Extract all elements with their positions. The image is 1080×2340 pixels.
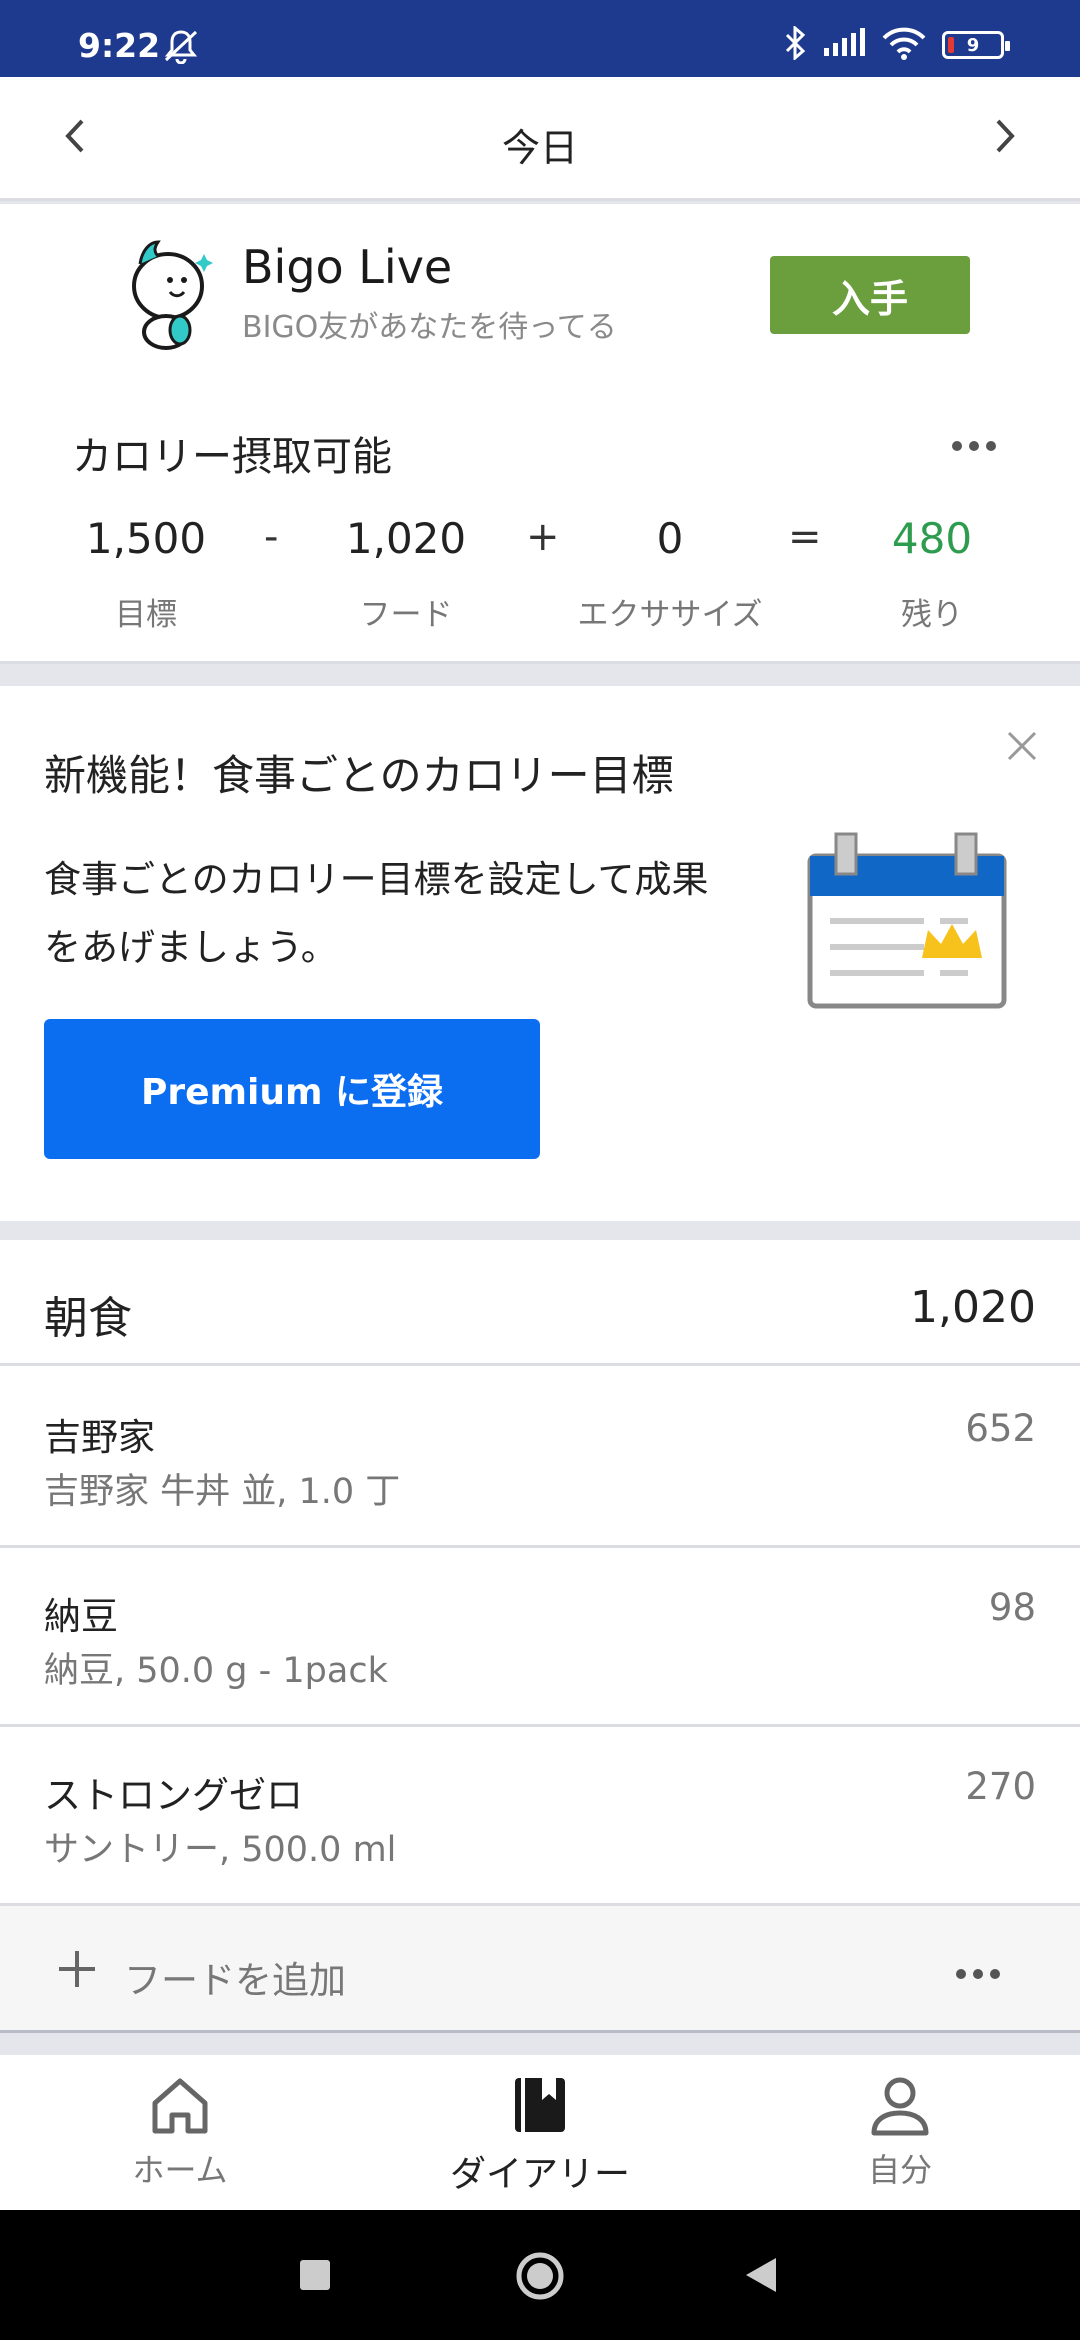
food-name: ストロングゼロ xyxy=(44,1774,303,1817)
bluetooth-icon xyxy=(784,24,806,64)
battery-icon: 9 xyxy=(942,31,1010,59)
exercise-cell: 0 エクササイズ xyxy=(560,514,780,634)
food-detail: サントリー, 500.0 ml xyxy=(44,1830,397,1870)
calories-heading: カロリー摂取可能 xyxy=(72,434,392,480)
exercise-label: エクササイズ xyxy=(577,597,763,633)
food-cell: 1,020 フード xyxy=(316,514,496,634)
food-calories: 98 xyxy=(988,1586,1036,1629)
meal-more-options-icon[interactable] xyxy=(954,1966,1002,1985)
home-button-icon[interactable] xyxy=(515,2251,565,2305)
ad-tagline: BIGO友があなたを待ってる xyxy=(242,310,617,345)
plus-operator: + xyxy=(526,514,560,560)
plus-icon xyxy=(56,1948,98,1994)
food-detail: 吉野家 牛丼 並, 1.0 丁 xyxy=(44,1472,401,1512)
add-food-row[interactable]: フードを追加 xyxy=(0,1906,1080,2033)
goal-cell: 1,500 目標 xyxy=(56,514,236,634)
equals-operator: = xyxy=(788,514,822,560)
premium-promo-card: 新機能！食事ごとのカロリー目標 食事ごとのカロリー目標を設定して成果をあげましょ… xyxy=(0,686,1080,1221)
premium-subscribe-button[interactable]: Premium に登録 xyxy=(44,1019,540,1159)
signal-icon xyxy=(822,28,866,62)
tab-me[interactable]: 自分 xyxy=(750,2075,1050,2191)
next-day-button[interactable] xyxy=(990,115,1020,161)
remaining-cell: 480 残り xyxy=(842,514,1022,634)
close-icon[interactable] xyxy=(1004,728,1040,768)
minus-operator: - xyxy=(264,514,279,560)
goal-value: 1,500 xyxy=(85,514,207,563)
calorie-equation: 1,500 目標 - 1,020 フード + 0 エクササイズ = 480 残り xyxy=(0,514,1080,634)
ad-app-name: Bigo Live xyxy=(242,240,453,294)
person-icon xyxy=(869,2077,931,2141)
bigo-live-logo xyxy=(118,234,218,356)
promo-description: 食事ごとのカロリー目標を設定して成果をあげましょう。 xyxy=(44,858,709,969)
goal-label: 目標 xyxy=(115,597,177,633)
more-options-icon[interactable] xyxy=(950,438,998,457)
food-item[interactable]: 納豆 納豆, 50.0 g - 1pack 98 xyxy=(0,1548,1080,1727)
tab-home[interactable]: ホーム xyxy=(30,2075,330,2191)
calendar-crown-icon xyxy=(800,814,1010,1028)
status-time: 9:22 xyxy=(78,26,161,65)
back-icon[interactable] xyxy=(742,2256,778,2298)
breakfast-section: 朝食 1,020 吉野家 吉野家 牛丼 並, 1.0 丁 652 納豆 納豆, … xyxy=(0,1240,1080,2033)
meal-header[interactable]: 朝食 1,020 xyxy=(0,1240,1080,1366)
food-value: 1,020 xyxy=(345,514,467,563)
food-name: 吉野家 xyxy=(44,1416,155,1459)
food-label: フード xyxy=(359,597,453,633)
home-icon xyxy=(149,2078,211,2141)
status-bar: 9:22 9 xyxy=(0,0,1080,77)
remaining-label: 残り xyxy=(901,597,963,633)
food-detail: 納豆, 50.0 g - 1pack xyxy=(44,1651,388,1691)
exercise-value: 0 xyxy=(656,514,684,563)
page-title: 今日 xyxy=(501,126,578,170)
meal-name: 朝食 xyxy=(44,1293,132,1344)
recent-apps-icon[interactable] xyxy=(300,2260,330,2290)
wifi-icon xyxy=(882,26,926,64)
ad-get-button[interactable]: 入手 xyxy=(770,256,970,334)
ad-banner[interactable]: Bigo Live BIGO友があなたを待ってる 入手 xyxy=(0,204,1080,394)
tab-diary[interactable]: ダイアリー xyxy=(390,2075,690,2197)
tab-me-label: 自分 xyxy=(867,2151,932,2189)
food-name: 納豆 xyxy=(44,1595,118,1638)
mute-icon xyxy=(162,28,200,68)
system-navigation-bar xyxy=(0,2210,1080,2340)
bottom-navigation: ホーム ダイアリー 自分 xyxy=(0,2055,1080,2210)
battery-level: 9 xyxy=(966,34,980,56)
add-food-label: フードを追加 xyxy=(124,1959,346,2002)
remaining-value: 480 xyxy=(891,514,973,563)
tab-home-label: ホーム xyxy=(132,2151,228,2189)
food-calories: 270 xyxy=(965,1765,1036,1808)
food-calories: 652 xyxy=(965,1407,1036,1450)
calories-remaining-card: カロリー摂取可能 1,500 目標 - 1,020 フード + 0 エクササイズ… xyxy=(0,394,1080,664)
promo-title: 新機能！食事ごとのカロリー目標 xyxy=(44,751,674,800)
date-navigation: 今日 xyxy=(0,77,1080,201)
food-item[interactable]: 吉野家 吉野家 牛丼 並, 1.0 丁 652 xyxy=(0,1369,1080,1548)
food-item[interactable]: ストロングゼロ サントリー, 500.0 ml 270 xyxy=(0,1727,1080,1906)
diary-book-icon xyxy=(512,2078,568,2141)
meal-total-calories: 1,020 xyxy=(910,1282,1036,1333)
tab-diary-label: ダイアリー xyxy=(449,2154,630,2195)
